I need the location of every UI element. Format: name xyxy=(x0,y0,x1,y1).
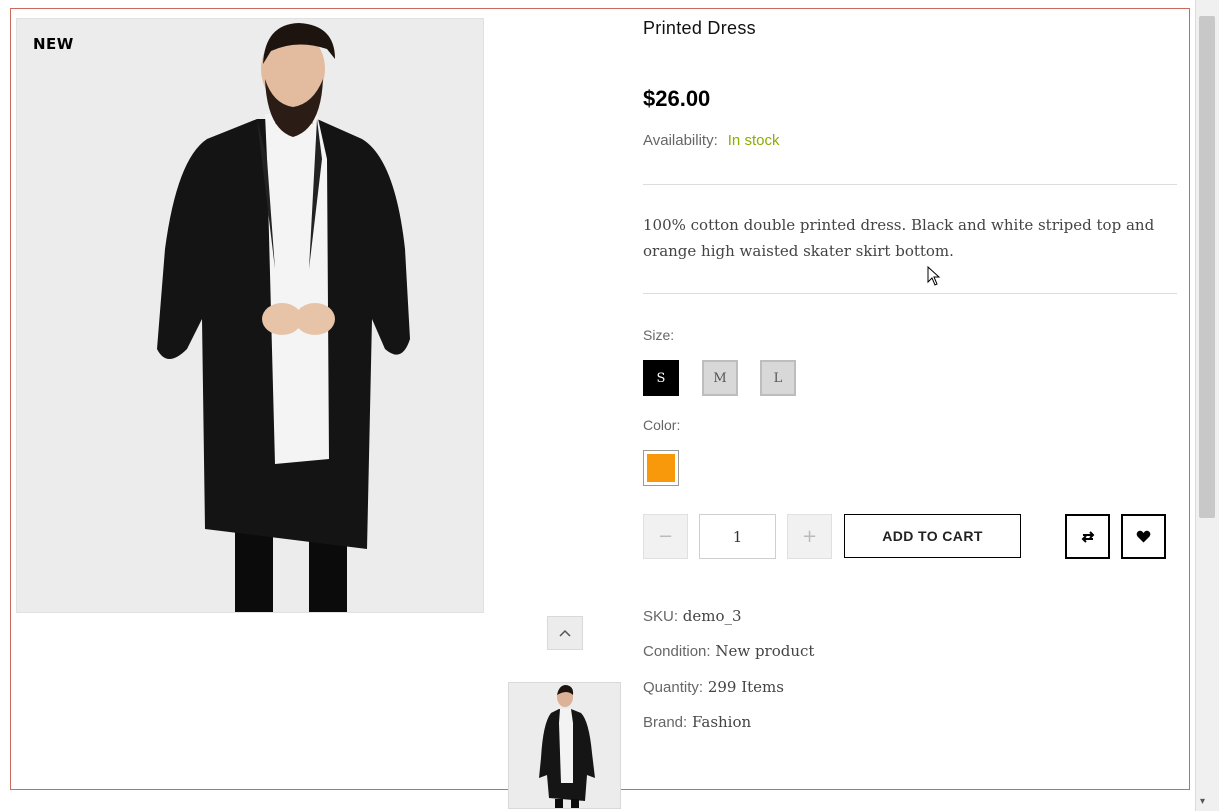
sku-label: SKU: xyxy=(643,608,679,625)
availability: Availability: In stock xyxy=(643,132,779,149)
thumbnail-image[interactable] xyxy=(508,682,621,809)
condition-row: Condition: New product xyxy=(643,642,814,660)
brand-row: Brand: Fashion xyxy=(643,713,751,731)
brand-label: Brand: xyxy=(643,714,688,731)
color-swatch-orange[interactable] xyxy=(643,450,679,486)
condition-label: Condition: xyxy=(643,643,711,660)
divider xyxy=(643,184,1177,185)
compare-icon xyxy=(1081,530,1094,543)
sku-value: demo_3 xyxy=(682,607,742,625)
main-product-image[interactable]: NEW xyxy=(16,18,484,613)
availability-value: In stock xyxy=(727,132,780,149)
product-title: Printed Dress xyxy=(643,18,756,38)
heart-icon xyxy=(1136,530,1151,543)
add-to-cart-button[interactable]: ADD TO CART xyxy=(844,514,1021,558)
size-option-m[interactable]: M xyxy=(702,360,738,396)
brand-value: Fashion xyxy=(691,713,752,731)
scrollbar-thumb[interactable] xyxy=(1199,16,1215,518)
availability-label: Availability: xyxy=(643,132,718,149)
quantity-decrease-button[interactable]: − xyxy=(643,514,688,559)
color-label: Color: xyxy=(643,417,681,433)
compare-button[interactable] xyxy=(1065,514,1110,559)
product-price: $26.00 xyxy=(643,86,711,111)
quantity-row: Quantity: 299 Items xyxy=(643,678,784,696)
condition-value: New product xyxy=(715,642,815,660)
divider xyxy=(643,293,1177,294)
new-badge: NEW xyxy=(33,35,74,53)
thumbnail-photo xyxy=(509,683,620,808)
chevron-up-icon xyxy=(559,629,571,637)
quantity-increase-button[interactable]: + xyxy=(787,514,832,559)
quantity-input[interactable] xyxy=(699,514,776,559)
mouse-cursor-icon xyxy=(927,266,941,286)
product-description: 100% cotton double printed dress. Black … xyxy=(643,216,1155,260)
sku-row: SKU: demo_3 xyxy=(643,607,742,625)
color-swatch-fill xyxy=(647,454,675,482)
size-option-l[interactable]: L xyxy=(760,360,796,396)
wishlist-button[interactable] xyxy=(1121,514,1166,559)
size-label: Size: xyxy=(643,327,675,343)
quantity-label: Quantity: xyxy=(643,679,704,696)
size-option-s[interactable]: S xyxy=(643,360,679,396)
thumbnail-scroll-up-button[interactable] xyxy=(547,616,583,650)
model-photo xyxy=(17,19,483,612)
vertical-scrollbar[interactable]: ▾ xyxy=(1195,0,1219,811)
quantity-value: 299 Items xyxy=(707,678,784,696)
scroll-down-arrow-icon[interactable]: ▾ xyxy=(1200,796,1205,808)
